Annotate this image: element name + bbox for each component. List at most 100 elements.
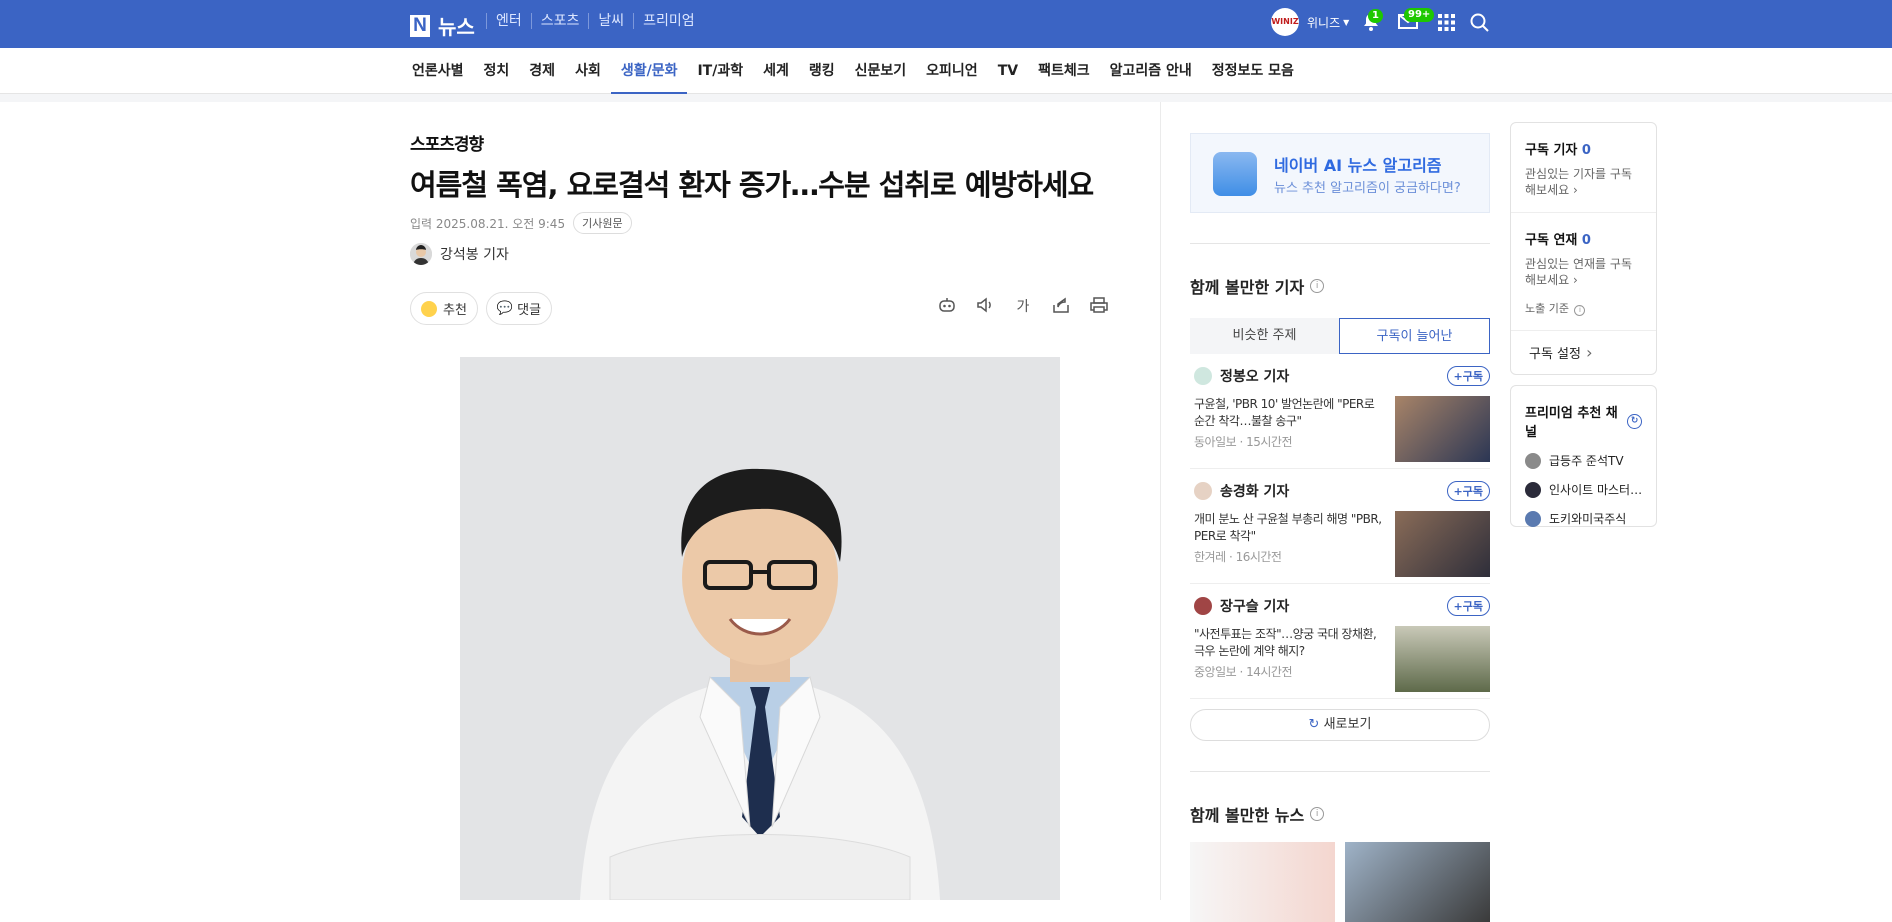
reporter-article-title[interactable]: "사전투표는 조작"…양궁 국대 장채환, 극우 논란에 계약 해지? bbox=[1194, 626, 1384, 660]
info-icon[interactable]: i bbox=[1310, 807, 1325, 821]
speaker-icon[interactable] bbox=[966, 296, 1004, 318]
press-name[interactable]: 스포츠경향 bbox=[410, 130, 484, 155]
article-actions: 추천 💬 댓글 bbox=[410, 292, 560, 325]
font-size-icon[interactable]: 가 bbox=[1004, 296, 1042, 318]
article-thumbnail[interactable] bbox=[1395, 626, 1490, 692]
nav-link-sports[interactable]: 스포츠 bbox=[530, 13, 589, 29]
news-thumbnail[interactable] bbox=[1190, 842, 1335, 922]
nav-link-entertainment[interactable]: 엔터 bbox=[486, 13, 531, 29]
reporter-card[interactable]: 장구슬 기자 +구독 "사전투표는 조작"…양궁 국대 장채환, 극우 논란에 … bbox=[1190, 584, 1490, 699]
user-name[interactable]: 위니즈 bbox=[1307, 14, 1340, 31]
settings-label[interactable]: 구독 설정 bbox=[1529, 347, 1581, 362]
news-thumbnail[interactable] bbox=[1345, 842, 1490, 922]
tab-growing-subscriptions[interactable]: 구독이 늘어난 bbox=[1339, 318, 1490, 354]
category-tab[interactable]: TV bbox=[988, 48, 1028, 94]
user-avatar[interactable]: WINIZ bbox=[1271, 8, 1299, 36]
reporter-name[interactable]: 강석봉 기자 bbox=[440, 244, 509, 264]
recommend-button[interactable]: 추천 bbox=[410, 292, 478, 325]
refresh-button[interactable]: ↻ 새로보기 bbox=[1190, 709, 1490, 741]
print-icon[interactable] bbox=[1080, 296, 1118, 318]
reporter-avatar bbox=[1194, 367, 1212, 385]
subscribed-series-desc[interactable]: 관심있는 연재를 구독해보세요 bbox=[1525, 257, 1632, 287]
reporter-article[interactable]: "사전투표는 조작"…양궁 국대 장채환, 극우 논란에 계약 해지? 중앙일보… bbox=[1194, 626, 1384, 681]
nav-link-premium[interactable]: 프리미엄 bbox=[633, 13, 704, 29]
user-area[interactable]: WINIZ 위니즈 ▼ bbox=[1271, 8, 1349, 36]
top-bar: N 뉴스 엔터 스포츠 날씨 프리미엄 WINIZ 위니즈 ▼ 1 99+ bbox=[0, 0, 1892, 48]
channel-name[interactable]: 급등주 준석TV bbox=[1549, 452, 1624, 469]
comment-icon: 💬 bbox=[496, 301, 514, 316]
original-article-button[interactable]: 기사원문 bbox=[573, 212, 632, 234]
premium-channel[interactable]: 인사이트 마스터… bbox=[1525, 481, 1642, 498]
subscribe-button[interactable]: +구독 bbox=[1446, 481, 1490, 501]
comment-button[interactable]: 💬 댓글 bbox=[485, 292, 553, 325]
section-title-reporters: 함께 볼만한 기자 i bbox=[1190, 274, 1490, 298]
apps-grid-icon[interactable] bbox=[1438, 14, 1455, 35]
article-time: 15시간전 bbox=[1246, 435, 1293, 449]
reporter-article[interactable]: 구윤철, 'PBR 10' 발언논란에 "PER로 순간 착각…불찰 송구" 동… bbox=[1194, 396, 1384, 451]
channel-name[interactable]: 인사이트 마스터… bbox=[1549, 481, 1642, 498]
category-tab[interactable]: 랭킹 bbox=[799, 48, 845, 94]
article-press: 중앙일보 bbox=[1194, 665, 1237, 679]
reporter-article-title[interactable]: 구윤철, 'PBR 10' 발언논란에 "PER로 순간 착각…불찰 송구" bbox=[1194, 396, 1384, 430]
category-tab[interactable]: 정치 bbox=[474, 48, 520, 94]
info-icon[interactable]: i bbox=[1310, 279, 1325, 293]
ai-algorithm-banner[interactable]: 네이버 AI 뉴스 알고리즘 뉴스 추천 알고리즘이 궁금하다면? bbox=[1190, 133, 1490, 213]
ai-stack-icon bbox=[1213, 152, 1257, 196]
reporter-card[interactable]: 정봉오 기자 +구독 구윤철, 'PBR 10' 발언논란에 "PER로 순간 … bbox=[1190, 354, 1490, 469]
summary-bot-icon[interactable] bbox=[928, 296, 966, 318]
search-icon[interactable] bbox=[1470, 13, 1489, 36]
reporter-card-name[interactable]: 정봉오 기자 bbox=[1220, 366, 1289, 386]
category-tab[interactable]: 정정보도 모음 bbox=[1202, 48, 1304, 94]
reporter-card-name[interactable]: 송경화 기자 bbox=[1220, 481, 1289, 501]
premium-title: 프리미엄 추천 채널 bbox=[1525, 406, 1618, 440]
premium-channel[interactable]: 급등주 준석TV bbox=[1525, 452, 1642, 469]
category-tab[interactable]: 알고리즘 안내 bbox=[1100, 48, 1202, 94]
mail-badge: 99+ bbox=[1404, 8, 1435, 22]
comment-label: 댓글 bbox=[517, 303, 542, 318]
article-thumbnail[interactable] bbox=[1395, 396, 1490, 462]
channel-name[interactable]: 도키와미국주식 bbox=[1549, 510, 1626, 527]
reporter-article-title[interactable]: 개미 분노 산 구윤철 부총리 해명 "PBR, PER로 착각" bbox=[1194, 511, 1384, 545]
exposure-criteria[interactable]: 노출 기준 bbox=[1525, 302, 1569, 315]
category-tab-active[interactable]: 생활/문화 bbox=[610, 48, 688, 94]
subscribed-series-count: 0 bbox=[1581, 233, 1591, 248]
reporter-card[interactable]: 송경화 기자 +구독 개미 분노 산 구윤철 부총리 해명 "PBR, PER로… bbox=[1190, 469, 1490, 584]
recommend-column: 네이버 AI 뉴스 알고리즘 뉴스 추천 알고리즘이 궁금하다면? 함께 볼만한… bbox=[1190, 133, 1490, 922]
separator-bar bbox=[0, 94, 1892, 102]
category-tab[interactable]: 신문보기 bbox=[845, 48, 917, 94]
reporter-card-name[interactable]: 장구슬 기자 bbox=[1220, 596, 1289, 616]
refresh-icon[interactable]: ↻ bbox=[1627, 413, 1642, 429]
category-tab[interactable]: 오피니언 bbox=[916, 48, 988, 94]
subscribe-button[interactable]: +구독 bbox=[1446, 596, 1490, 616]
category-tab[interactable]: IT/과학 bbox=[687, 48, 753, 94]
naver-logo-icon: N bbox=[410, 14, 430, 37]
article-thumbnail[interactable] bbox=[1395, 511, 1490, 577]
nav-link-weather[interactable]: 날씨 bbox=[588, 13, 633, 29]
smile-icon bbox=[421, 300, 437, 317]
subscribed-reporters[interactable]: 구독 기자 0 관심있는 기자를 구독해보세요 › bbox=[1511, 123, 1656, 213]
article-time: 14시간전 bbox=[1246, 665, 1293, 679]
subscribed-series[interactable]: 구독 연재 0 관심있는 연재를 구독해보세요 › 노출 기준 i bbox=[1511, 213, 1656, 331]
premium-channel[interactable]: 도키와미국주식 bbox=[1525, 510, 1642, 527]
subscribe-button[interactable]: +구독 bbox=[1446, 366, 1490, 386]
category-tab[interactable]: 세계 bbox=[753, 48, 799, 94]
naver-news-logo[interactable]: N 뉴스 bbox=[410, 11, 475, 40]
recommend-label: 추천 bbox=[443, 303, 467, 318]
category-tab[interactable]: 언론사별 bbox=[402, 48, 474, 94]
subscription-settings[interactable]: 구독 설정 › bbox=[1511, 331, 1656, 374]
tab-similar-topic[interactable]: 비슷한 주제 bbox=[1190, 318, 1339, 354]
reporter-avatar bbox=[410, 243, 432, 265]
info-icon[interactable]: i bbox=[1574, 305, 1586, 316]
reporter-byline[interactable]: 강석봉 기자 bbox=[410, 243, 509, 265]
share-icon[interactable] bbox=[1042, 296, 1080, 318]
notification-badge: 1 bbox=[1368, 9, 1383, 23]
subscribed-reporters-desc[interactable]: 관심있는 기자를 구독해보세요 bbox=[1525, 167, 1632, 197]
category-tab[interactable]: 경제 bbox=[519, 48, 565, 94]
subscription-box: 구독 기자 0 관심있는 기자를 구독해보세요 › 구독 연재 0 관심있는 연… bbox=[1510, 122, 1657, 375]
chevron-down-icon[interactable]: ▼ bbox=[1343, 18, 1349, 27]
reporter-article[interactable]: 개미 분노 산 구윤철 부총리 해명 "PBR, PER로 착각" 한겨레 · … bbox=[1194, 511, 1384, 566]
subscription-column: 구독 기자 0 관심있는 기자를 구독해보세요 › 구독 연재 0 관심있는 연… bbox=[1510, 122, 1657, 527]
category-tab[interactable]: 사회 bbox=[565, 48, 611, 94]
article-photo bbox=[460, 357, 1060, 900]
category-tab[interactable]: 팩트체크 bbox=[1028, 48, 1100, 94]
